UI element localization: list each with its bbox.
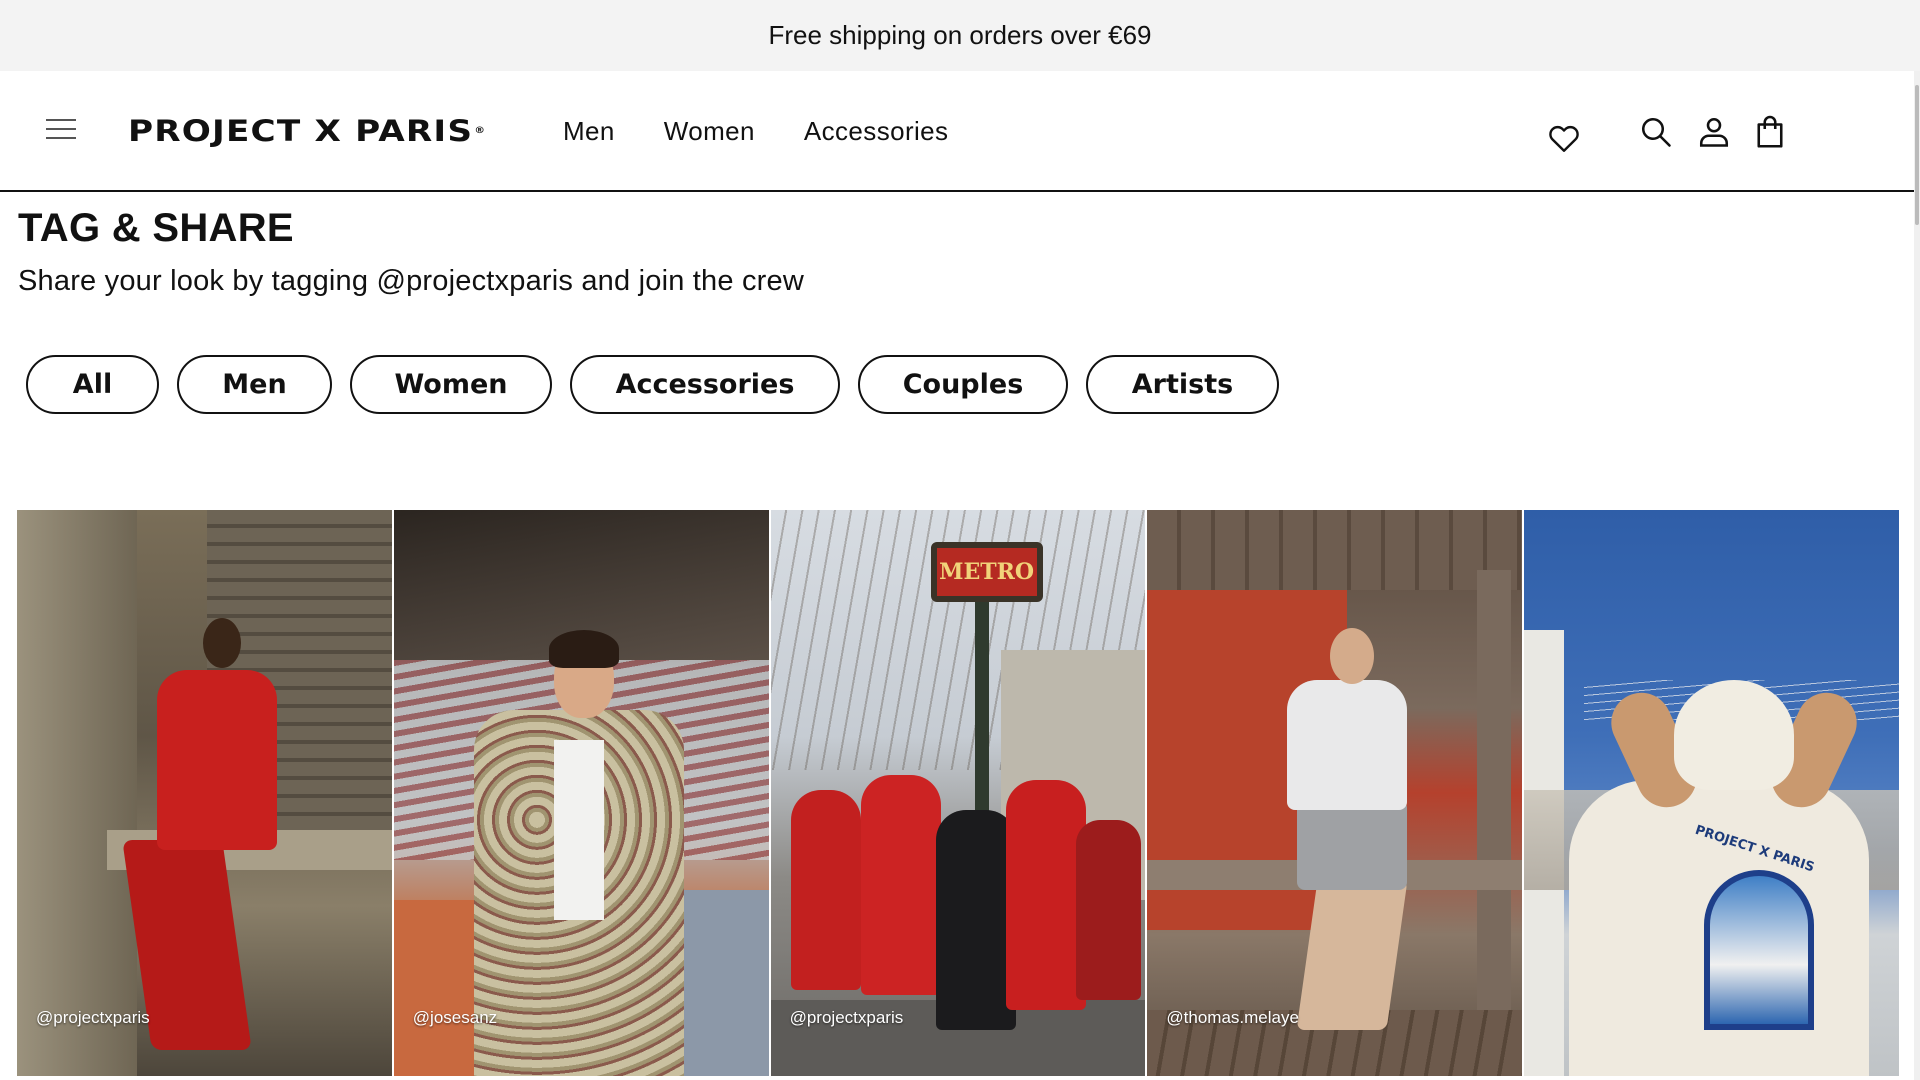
photo-model-shirt <box>553 740 604 920</box>
photo-beam <box>1147 510 1523 590</box>
nav-accessories[interactable]: Accessories <box>804 111 949 151</box>
nav-men[interactable]: Men <box>563 111 615 151</box>
header-icons <box>1316 107 1916 157</box>
ugc-gallery: @projectxparis @josesanz METRO @projectx… <box>17 510 1899 1080</box>
gallery-handle: @projectxparis <box>789 1008 904 1027</box>
photo-person <box>1075 820 1141 1000</box>
site-header: PROJECT X PARIS ® Men Women Accessories <box>0 71 1916 192</box>
photo-model-legs <box>1296 880 1408 1030</box>
nav-women[interactable]: Women <box>664 111 755 151</box>
logo-text: PROJECT X PARIS <box>128 114 474 148</box>
heart-icon[interactable] <box>1542 113 1586 163</box>
photo-metro-sign: METRO <box>930 542 1043 602</box>
gallery-item[interactable]: @thomas.melaye <box>1147 510 1523 1076</box>
gallery-handle: @thomas.melaye <box>1166 1008 1299 1027</box>
photo-person <box>935 810 1016 1030</box>
photo-model-hair <box>548 630 619 668</box>
photo-model-shorts <box>1297 800 1408 890</box>
gallery-item[interactable]: @josesanz <box>393 510 769 1076</box>
gallery-handle: @projectxparis <box>36 1008 150 1027</box>
photo-person <box>860 775 941 995</box>
photo-post <box>1477 570 1512 1076</box>
scrollbar-thumb[interactable] <box>1915 85 1919 225</box>
photo-model-shirt <box>1287 680 1408 810</box>
user-icon[interactable] <box>1692 107 1736 157</box>
photo-wall <box>17 510 137 1076</box>
gallery-item[interactable]: @projectxparis <box>17 510 392 1076</box>
photo-model-head <box>1330 628 1375 684</box>
logo-registered-mark: ® <box>474 126 487 136</box>
main-nav: Men Women Accessories <box>563 111 948 151</box>
photo-model-head <box>203 618 241 668</box>
site-logo[interactable]: PROJECT X PARIS ® <box>128 111 486 151</box>
hamburger-icon[interactable] <box>46 117 80 141</box>
page-scrollbar[interactable] <box>1914 71 1920 1080</box>
photo-person <box>1005 780 1086 1010</box>
announcement-text: Free shipping on orders over €69 <box>768 20 1152 50</box>
photo-person <box>790 790 861 990</box>
filter-men[interactable]: Men <box>177 355 332 414</box>
filter-women[interactable]: Women <box>350 355 552 414</box>
announcement-bar: Free shipping on orders over €69 <box>0 0 1920 71</box>
filter-couples[interactable]: Couples <box>858 355 1068 414</box>
filter-all[interactable]: All <box>26 355 159 414</box>
gallery-item[interactable]: PROJECT X PARIS <box>1524 510 1899 1076</box>
shopping-bag-icon[interactable] <box>1748 107 1792 157</box>
photo-shirt-print <box>1704 870 1815 1030</box>
search-icon[interactable] <box>1634 107 1678 157</box>
gallery-item[interactable]: METRO @projectxparis <box>770 510 1146 1076</box>
filter-accessories[interactable]: Accessories <box>570 355 840 414</box>
page-title: TAG & SHARE <box>18 206 294 250</box>
filter-artists[interactable]: Artists <box>1086 355 1279 414</box>
gallery-handle: @josesanz <box>412 1008 498 1027</box>
photo-model-cap <box>1674 680 1795 790</box>
page-subtitle: Share your look by tagging @projectxpari… <box>18 265 804 297</box>
photo-model-top <box>157 670 277 850</box>
filter-bar: All Men Women Accessories Couples Artist… <box>26 355 1279 414</box>
